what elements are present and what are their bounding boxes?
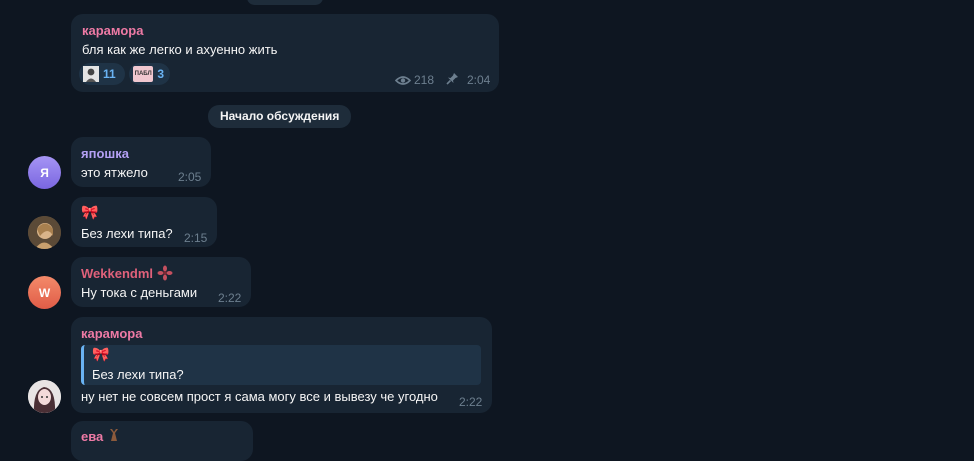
flower-emoji-icon	[157, 265, 173, 286]
message-text: это ятжело	[81, 165, 148, 180]
deer-emoji-icon	[107, 427, 121, 441]
reaction-chip[interactable]: ПАБЛ 3	[129, 63, 170, 85]
sticker-icon	[83, 66, 99, 82]
sticker-text: ПАБЛ	[134, 71, 152, 77]
avatar-letter: Я	[40, 165, 49, 180]
eye-icon	[394, 73, 412, 91]
message-bubble[interactable]: карамора 🎀 Без лехи типа? ну нет не совс…	[71, 317, 492, 413]
discussion-start-divider: Начало обсуждения	[208, 105, 352, 128]
message-author[interactable]: Wekkendml	[81, 266, 153, 281]
message-text: Без лехи типа?	[81, 226, 173, 241]
message-author[interactable]: япошка	[81, 146, 129, 161]
reply-author: 🎀	[92, 346, 110, 362]
pin-icon	[446, 72, 459, 90]
avatar[interactable]: Я	[28, 156, 61, 189]
avatar[interactable]	[28, 216, 61, 249]
views-count: 218	[414, 73, 435, 87]
message-text: бля как же легко и ахуенно жить	[82, 42, 278, 57]
message-bubble[interactable]: Wekkendml Ну тока с деньгами 2:22	[71, 257, 251, 307]
message-author[interactable]: карамора	[82, 23, 143, 38]
sticker-icon: ПАБЛ	[133, 66, 154, 82]
message-text: ну нет не совсем прост я сама могу все и…	[81, 389, 438, 404]
message-author[interactable]: 🎀	[81, 204, 98, 221]
reply-quote[interactable]: 🎀 Без лехи типа?	[81, 345, 481, 385]
avatar[interactable]	[28, 380, 61, 413]
message-author[interactable]: карамора	[81, 326, 142, 341]
avatar[interactable]: W	[28, 276, 61, 309]
reaction-count: 11	[103, 67, 116, 81]
message-bubble[interactable]: япошка это ятжело 2:05	[71, 137, 211, 187]
message-time: 2:04	[467, 73, 491, 87]
reply-text: Без лехи типа?	[92, 367, 184, 382]
message-time: 2:22	[459, 395, 483, 409]
reaction-chip[interactable]: 11	[79, 63, 125, 85]
reaction-count: 3	[157, 67, 164, 81]
message-time: 2:15	[184, 231, 208, 245]
message-author[interactable]: ева	[81, 429, 103, 444]
message-bubble[interactable]: 🎀 Без лехи типа? 2:15	[71, 197, 217, 247]
message-text: Ну тока с деньгами	[81, 285, 198, 300]
message-time: 2:05	[178, 170, 202, 184]
avatar-letter: W	[38, 285, 51, 300]
top-partial-pill	[247, 0, 323, 5]
message-bubble[interactable]: ева	[71, 421, 253, 461]
message-time: 2:22	[218, 291, 242, 305]
message-bubble[interactable]: карамора бля как же легко и ахуенно жить…	[71, 14, 499, 92]
